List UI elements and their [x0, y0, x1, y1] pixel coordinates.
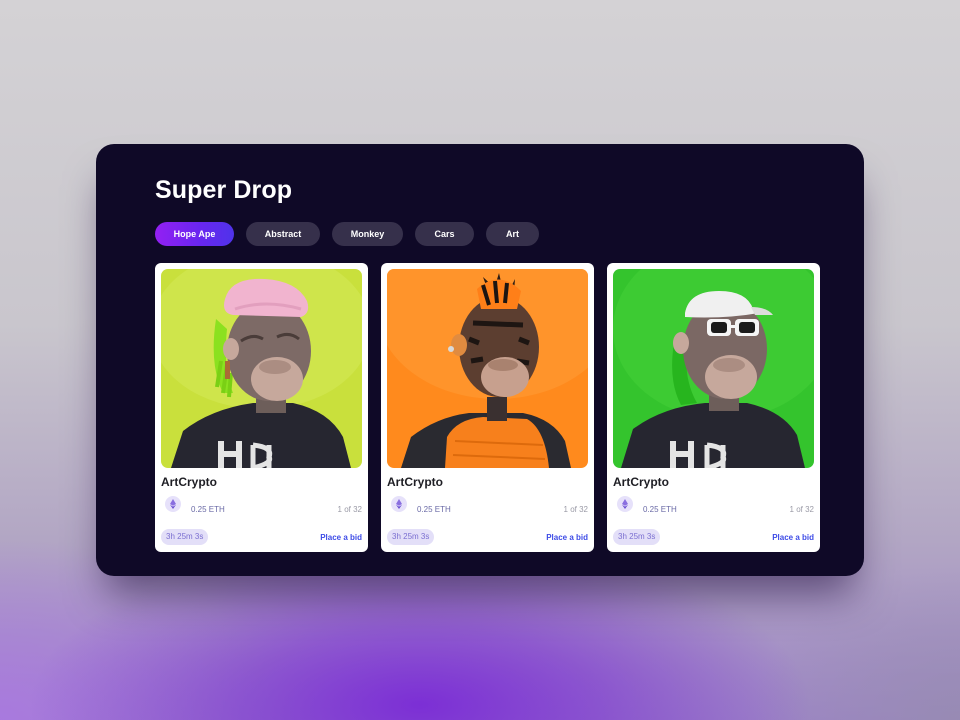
nft-artwork-image[interactable] [613, 269, 814, 468]
nft-title: ArtCrypto [161, 475, 217, 489]
auction-timer-badge: 3h 25m 3s [613, 529, 661, 545]
nft-card-list: ArtCrypto 0.25 ETH 1 of 32 3h 25m 3s Pla… [155, 263, 820, 552]
filter-chip-art[interactable]: Art [486, 222, 539, 246]
place-bid-button[interactable]: Place a bid [320, 533, 362, 542]
filter-chip-abstract[interactable]: Abstract [246, 222, 320, 246]
ethereum-icon [617, 496, 633, 512]
auction-timer-badge: 3h 25m 3s [161, 529, 209, 545]
place-bid-button[interactable]: Place a bid [772, 533, 814, 542]
page-title: Super Drop [155, 176, 293, 204]
nft-card[interactable]: ArtCrypto 0.25 ETH 1 of 32 3h 25m 3s Pla… [607, 263, 820, 552]
nft-card[interactable]: ArtCrypto 0.25 ETH 1 of 32 3h 25m 3s Pla… [381, 263, 594, 552]
nft-title: ArtCrypto [387, 475, 443, 489]
auction-timer-badge: 3h 25m 3s [387, 529, 435, 545]
nft-price: 0.25 ETH [191, 505, 225, 514]
filter-chip-cars[interactable]: Cars [415, 222, 474, 246]
nft-edition: 1 of 32 [789, 505, 814, 514]
nft-artwork-image[interactable] [161, 269, 362, 468]
nft-card[interactable]: ArtCrypto 0.25 ETH 1 of 32 3h 25m 3s Pla… [155, 263, 368, 552]
ethereum-icon [165, 496, 181, 512]
place-bid-button[interactable]: Place a bid [546, 533, 588, 542]
nft-price: 0.25 ETH [643, 505, 677, 514]
nft-edition: 1 of 32 [337, 505, 362, 514]
super-drop-panel: Super Drop Hope Ape Abstract Monkey Cars… [96, 144, 864, 576]
filter-chip-hope-ape[interactable]: Hope Ape [155, 222, 234, 246]
category-filter-bar: Hope Ape Abstract Monkey Cars Art [155, 222, 539, 246]
filter-chip-monkey[interactable]: Monkey [332, 222, 403, 246]
nft-edition: 1 of 32 [563, 505, 588, 514]
nft-price: 0.25 ETH [417, 505, 451, 514]
nft-artwork-image[interactable] [387, 269, 588, 468]
ethereum-icon [391, 496, 407, 512]
nft-title: ArtCrypto [613, 475, 669, 489]
